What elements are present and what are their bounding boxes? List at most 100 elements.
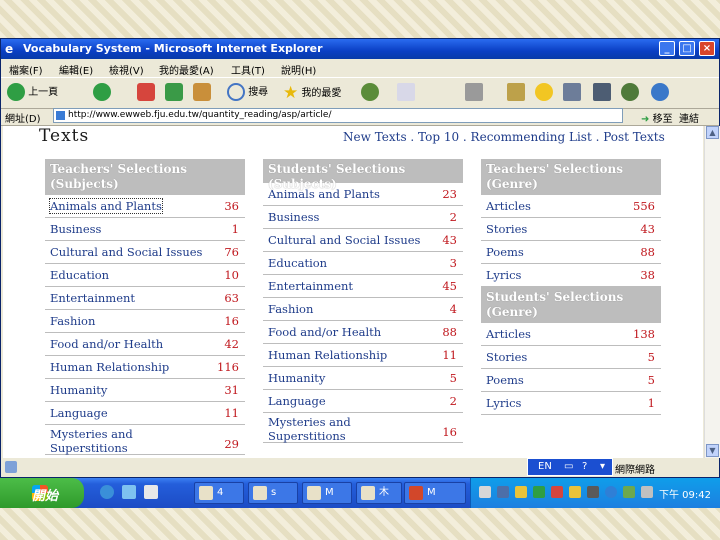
category-link[interactable]: Cultural and Social Issues: [268, 233, 420, 247]
keyboard-icon[interactable]: ▭: [564, 461, 573, 472]
category-link[interactable]: Stories: [486, 350, 527, 364]
category-link[interactable]: Poems: [486, 373, 524, 387]
tray-app-icon[interactable]: [479, 486, 491, 498]
tray-shield-icon[interactable]: [533, 486, 545, 498]
title-bar[interactable]: e Vocabulary System - Microsoft Internet…: [1, 39, 719, 59]
go-button[interactable]: ➜ 移至: [641, 110, 673, 125]
category-link[interactable]: Human Relationship: [268, 348, 387, 362]
category-link[interactable]: Mysteries and Superstitions: [50, 427, 160, 455]
category-link[interactable]: Business: [50, 222, 101, 236]
close-button[interactable]: ×: [699, 41, 715, 56]
category-link[interactable]: Education: [268, 256, 327, 270]
print-button[interactable]: [465, 83, 483, 103]
task-powerpoint[interactable]: M: [404, 482, 466, 504]
category-link[interactable]: Cultural and Social Issues: [50, 245, 202, 259]
quicklaunch-desktop-icon[interactable]: [122, 485, 136, 499]
category-count: 29: [224, 437, 239, 451]
category-link[interactable]: Stories: [486, 222, 527, 236]
category-count: 88: [640, 245, 655, 259]
category-link[interactable]: Lyrics: [486, 396, 521, 410]
table-row: Articles 138: [481, 323, 661, 346]
tray-update-icon[interactable]: [623, 486, 635, 498]
menu-view[interactable]: 檢視(V): [109, 62, 144, 77]
category-link[interactable]: Language: [50, 406, 108, 420]
category-link[interactable]: Lyrics: [486, 268, 521, 282]
category-link[interactable]: Humanity: [268, 371, 325, 385]
mail-button[interactable]: [397, 83, 415, 103]
plugin-button[interactable]: [621, 83, 639, 103]
stop-button[interactable]: [137, 83, 155, 103]
tray-network-icon[interactable]: [497, 486, 509, 498]
task-explorer[interactable]: s: [248, 482, 298, 504]
category-link[interactable]: Language: [268, 394, 326, 408]
category-count: 138: [633, 327, 655, 341]
menu-file[interactable]: 檔案(F): [9, 62, 43, 77]
help-icon[interactable]: ?: [582, 461, 587, 472]
ime-language[interactable]: EN: [538, 461, 552, 472]
category-link[interactable]: Entertainment: [50, 291, 135, 305]
favorites-button[interactable]: ★ 我的最愛: [283, 83, 341, 103]
start-button[interactable]: 開始: [0, 478, 84, 508]
refresh-button[interactable]: [165, 83, 183, 103]
category-link[interactable]: Fashion: [50, 314, 95, 328]
category-link[interactable]: Food and/or Health: [268, 325, 381, 339]
scroll-up-icon[interactable]: ▲: [706, 126, 719, 139]
address-input[interactable]: http://www.ewweb.fju.edu.tw/quantity_rea…: [53, 108, 623, 123]
star-icon: ★: [283, 83, 299, 103]
ime-menu-icon[interactable]: ▾: [600, 461, 605, 472]
category-link[interactable]: Articles: [486, 199, 531, 213]
category-link[interactable]: Mysteries and Superstitions: [268, 415, 378, 443]
category-link[interactable]: Animals and Plants: [49, 198, 163, 214]
category-count: 63: [224, 291, 239, 305]
task-ie[interactable]: 4: [194, 482, 244, 504]
task-word[interactable]: M: [302, 482, 352, 504]
research-button[interactable]: [563, 83, 581, 103]
links-button[interactable]: 連結: [679, 110, 699, 125]
category-link[interactable]: Food and/or Health: [50, 337, 163, 351]
search-button[interactable]: 搜尋: [227, 83, 268, 103]
tray-warning-icon[interactable]: [515, 486, 527, 498]
home-button[interactable]: [193, 83, 211, 103]
menu-tools[interactable]: 工具(T): [231, 62, 265, 77]
messenger-button[interactable]: [535, 83, 553, 103]
category-link[interactable]: Entertainment: [268, 279, 353, 293]
column-header: Students' Selections (Subjects): [263, 159, 463, 191]
category-link[interactable]: Poems: [486, 245, 524, 259]
menu-favorites[interactable]: 我的最愛(A): [159, 62, 214, 77]
tray-alert-icon[interactable]: [569, 486, 581, 498]
tray-printer-icon[interactable]: [587, 486, 599, 498]
category-count: 38: [640, 268, 655, 282]
table-row: Language 2: [263, 390, 463, 413]
minimize-button[interactable]: _: [659, 41, 675, 56]
menu-help[interactable]: 說明(H): [281, 62, 316, 77]
tray-antivirus-icon[interactable]: [551, 486, 563, 498]
menu-edit[interactable]: 編輯(E): [59, 62, 93, 77]
maximize-button[interactable]: □: [679, 41, 695, 56]
quicklaunch-ie-icon[interactable]: [100, 485, 114, 499]
category-link[interactable]: Human Relationship: [50, 360, 169, 374]
category-count: 23: [442, 187, 457, 201]
contacts-button[interactable]: [651, 83, 669, 103]
texts-nav[interactable]: New Texts . Top 10 . Recommending List .…: [343, 130, 665, 144]
scroll-down-icon[interactable]: ▼: [706, 444, 719, 457]
vertical-scrollbar[interactable]: ▲ ▼: [704, 126, 720, 458]
category-link[interactable]: Animals and Plants: [268, 187, 380, 201]
category-link[interactable]: Fashion: [268, 302, 313, 316]
edit-button[interactable]: [507, 83, 525, 103]
back-button[interactable]: 上一頁: [7, 83, 58, 103]
history-button[interactable]: [361, 83, 379, 103]
forward-button[interactable]: [93, 83, 111, 103]
category-count: 116: [217, 360, 239, 374]
category-link[interactable]: Education: [50, 268, 109, 282]
table-row: Education 3: [263, 252, 463, 275]
discuss-button[interactable]: [593, 83, 611, 103]
table-row: Mysteries and Superstitions 29: [45, 425, 245, 455]
task-document[interactable]: 木: [356, 482, 402, 504]
category-link[interactable]: Humanity: [50, 383, 107, 397]
category-link[interactable]: Business: [268, 210, 319, 224]
quicklaunch-word-icon[interactable]: [144, 485, 158, 499]
tray-volume-icon[interactable]: [605, 486, 617, 498]
ime-toolbar[interactable]: EN ▭ ? ▾: [527, 458, 613, 476]
tray-speaker-icon[interactable]: [641, 486, 653, 498]
category-link[interactable]: Articles: [486, 327, 531, 341]
